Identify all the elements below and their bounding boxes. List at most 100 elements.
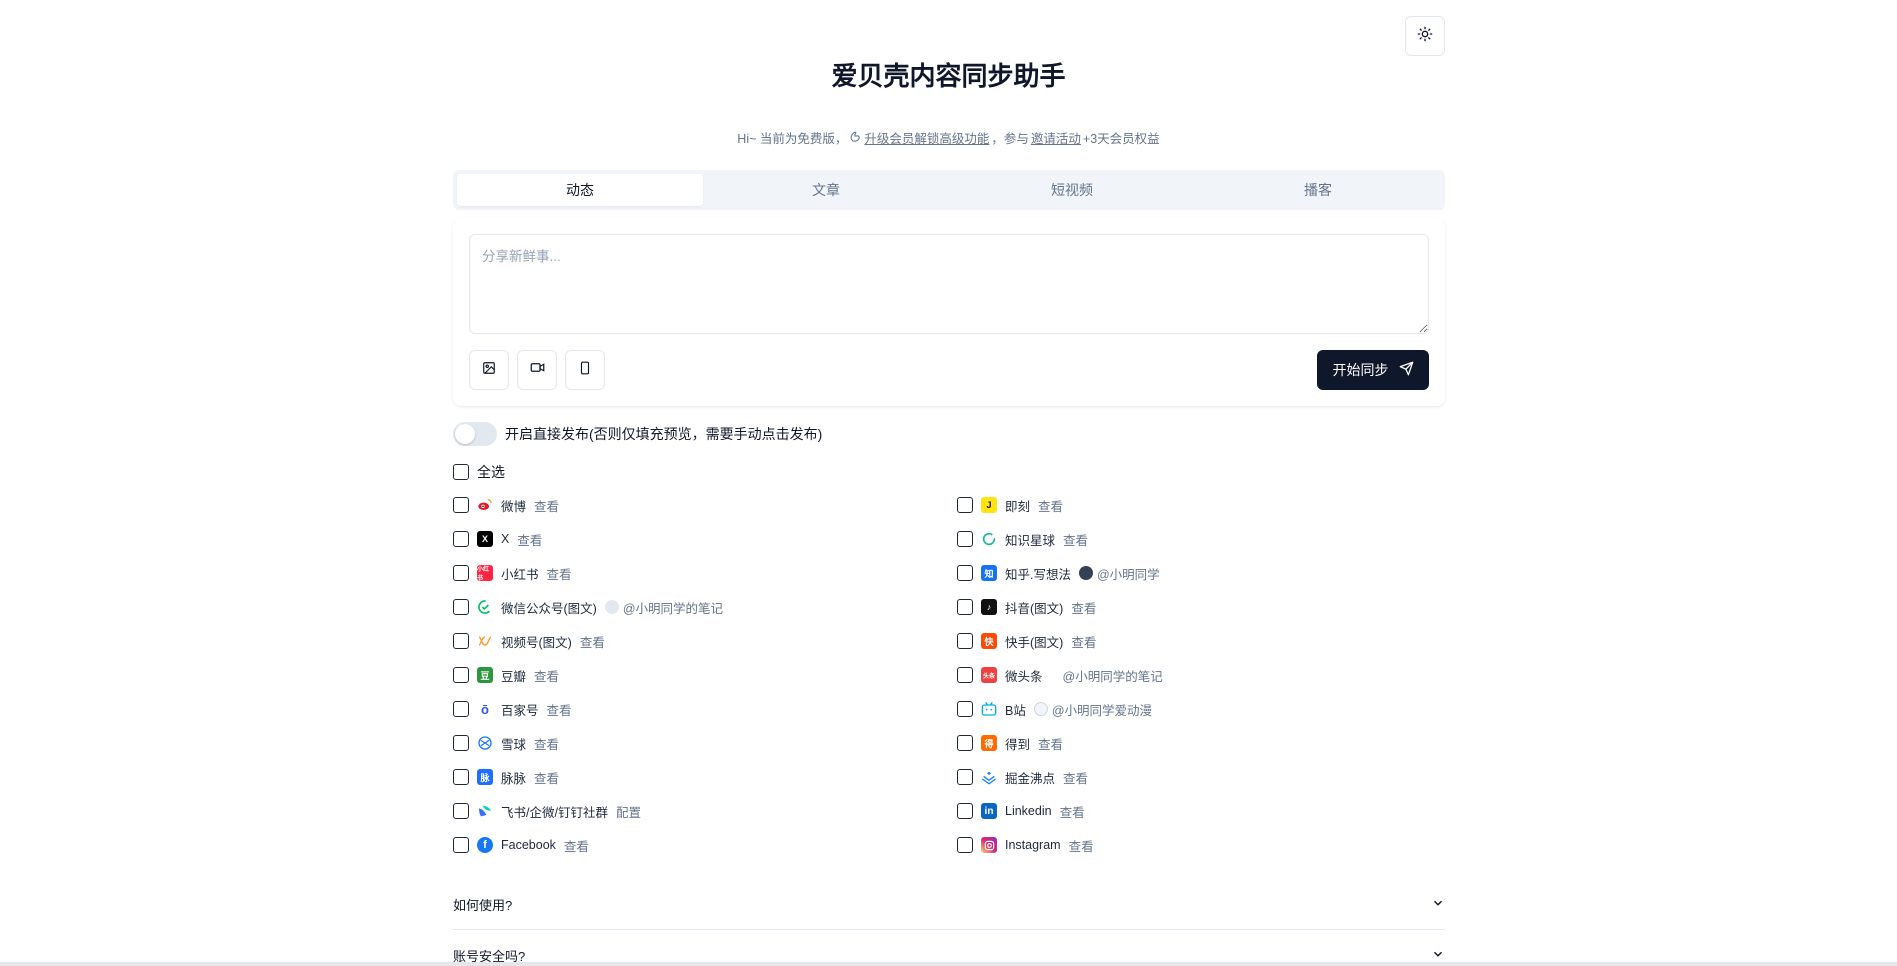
view-link[interactable]: 查看 bbox=[1071, 598, 1096, 617]
platform-checkbox[interactable] bbox=[957, 837, 973, 853]
platform-name: 知识星球 bbox=[1005, 533, 1056, 548]
account-info: @小明同学的笔记 bbox=[604, 598, 724, 617]
tab-article[interactable]: 文章 bbox=[703, 174, 949, 206]
sun-icon bbox=[1417, 26, 1433, 47]
select-all-row: 全选 bbox=[453, 462, 505, 482]
tab-short-video[interactable]: 短视频 bbox=[949, 174, 1195, 206]
view-link[interactable]: 查看 bbox=[534, 496, 559, 515]
view-link[interactable]: 查看 bbox=[1071, 632, 1096, 651]
add-file-button[interactable] bbox=[565, 350, 605, 390]
view-link[interactable]: 查看 bbox=[1063, 768, 1088, 787]
zhihu-icon: 知 bbox=[981, 565, 997, 581]
platform-zhihu: 知 知乎.写想法 @小明同学 bbox=[957, 556, 1445, 590]
wechat-icon bbox=[477, 599, 493, 615]
view-link[interactable]: 查看 bbox=[534, 734, 559, 753]
platform-checkbox[interactable] bbox=[453, 531, 469, 547]
select-all-checkbox[interactable] bbox=[453, 464, 469, 480]
view-link[interactable]: 查看 bbox=[580, 632, 605, 651]
view-link[interactable]: 查看 bbox=[547, 700, 572, 719]
platform-toutiao: 头条 微头条 @小明同学的笔记 bbox=[957, 658, 1445, 692]
platform-linkedin: in Linkedin 查看 bbox=[957, 794, 1445, 828]
view-link[interactable]: 查看 bbox=[1038, 496, 1063, 515]
view-link[interactable]: 查看 bbox=[534, 768, 559, 787]
feishu-icon bbox=[477, 803, 493, 819]
add-image-button[interactable] bbox=[469, 350, 509, 390]
platform-name: 快手(图文) bbox=[1005, 635, 1064, 650]
channels-icon bbox=[477, 633, 493, 649]
view-link[interactable]: 查看 bbox=[564, 836, 589, 855]
platform-checkbox[interactable] bbox=[453, 837, 469, 853]
platform-checkbox[interactable] bbox=[453, 633, 469, 649]
platform-name: 微头条 bbox=[1005, 669, 1043, 684]
select-all-label: 全选 bbox=[477, 464, 505, 480]
platform-bilibili: B站 @小明同学爱动漫 bbox=[957, 692, 1445, 726]
window-bottom-edge bbox=[0, 962, 1897, 966]
platform-checkbox[interactable] bbox=[957, 565, 973, 581]
platform-checkbox[interactable] bbox=[957, 497, 973, 513]
faq-how-to-use[interactable]: 如何使用? bbox=[453, 880, 1445, 930]
view-link[interactable]: 查看 bbox=[547, 564, 572, 583]
phone-icon bbox=[578, 361, 592, 380]
start-sync-button[interactable]: 开始同步 bbox=[1317, 350, 1429, 390]
upgrade-link[interactable]: 升级会员解锁高级功能 bbox=[864, 128, 989, 147]
platform-wechat: 微信公众号(图文) @小明同学的笔记 bbox=[453, 590, 957, 624]
platform-name: 抖音(图文) bbox=[1005, 601, 1064, 616]
view-link[interactable]: 查看 bbox=[1069, 836, 1094, 855]
platform-checkbox[interactable] bbox=[453, 701, 469, 717]
toutiao-icon: 头条 bbox=[981, 667, 997, 683]
platform-checkbox[interactable] bbox=[453, 497, 469, 513]
faq-account-security[interactable]: 账号安全吗? bbox=[453, 931, 1445, 966]
platform-checkbox[interactable] bbox=[957, 803, 973, 819]
view-link[interactable]: 查看 bbox=[534, 666, 559, 685]
platform-maimai: 脉 脉脉 查看 bbox=[453, 760, 957, 794]
switch-knob bbox=[455, 424, 475, 444]
platform-checkbox[interactable] bbox=[453, 769, 469, 785]
image-icon bbox=[482, 361, 496, 380]
config-link[interactable]: 配置 bbox=[616, 802, 641, 821]
platform-name: 即刻 bbox=[1005, 499, 1031, 514]
platform-checkbox[interactable] bbox=[453, 803, 469, 819]
view-link[interactable]: 查看 bbox=[517, 530, 542, 549]
platform-dedao: 得 得到 查看 bbox=[957, 726, 1445, 760]
platform-checkbox[interactable] bbox=[453, 667, 469, 683]
platform-checkbox[interactable] bbox=[957, 701, 973, 717]
zsxq-icon bbox=[981, 531, 997, 547]
platform-juejin: 掘金沸点 查看 bbox=[957, 760, 1445, 794]
platform-channels: 视频号(图文) 查看 bbox=[453, 624, 957, 658]
account-name: @小明同学的笔记 bbox=[622, 601, 724, 616]
platform-checkbox[interactable] bbox=[453, 599, 469, 615]
subtitle-mid: ，参与 bbox=[991, 132, 1029, 146]
platform-checkbox[interactable] bbox=[957, 633, 973, 649]
platform-checkbox[interactable] bbox=[957, 599, 973, 615]
post-content-input[interactable] bbox=[469, 234, 1429, 334]
douyin-icon: ♪ bbox=[981, 599, 997, 615]
flex-arm-icon bbox=[849, 130, 862, 146]
tab-podcast[interactable]: 播客 bbox=[1195, 174, 1441, 206]
platform-xiaohongshu: 小红书 小红书 查看 bbox=[453, 556, 957, 590]
platform-checkbox[interactable] bbox=[957, 667, 973, 683]
platform-name: 飞书/企微/钉钉社群 bbox=[501, 805, 608, 820]
invite-link[interactable]: 邀请活动 bbox=[1031, 128, 1081, 147]
direct-publish-switch[interactable] bbox=[453, 422, 497, 446]
platform-douyin: ♪ 抖音(图文) 查看 bbox=[957, 590, 1445, 624]
view-link[interactable]: 查看 bbox=[1060, 802, 1085, 821]
view-link[interactable]: 查看 bbox=[1038, 734, 1063, 753]
platform-checkbox[interactable] bbox=[957, 769, 973, 785]
platform-x: X X 查看 bbox=[453, 522, 957, 556]
platform-name: 视频号(图文) bbox=[501, 635, 572, 650]
view-link[interactable]: 查看 bbox=[1063, 530, 1088, 549]
xiaohongshu-icon: 小红书 bbox=[477, 565, 493, 582]
add-video-button[interactable] bbox=[517, 350, 557, 390]
platform-checkbox[interactable] bbox=[453, 735, 469, 751]
theme-toggle-button[interactable] bbox=[1405, 16, 1445, 56]
platform-baijiahao: ō 百家号 查看 bbox=[453, 692, 957, 726]
platform-instagram: Instagram 查看 bbox=[957, 828, 1445, 862]
baijiahao-icon: ō bbox=[481, 701, 489, 717]
platform-name: B站 bbox=[1005, 703, 1026, 718]
platform-checkbox[interactable] bbox=[957, 531, 973, 547]
tab-dynamic[interactable]: 动态 bbox=[457, 174, 703, 206]
direct-publish-row: 开启直接发布(否则仅填充预览，需要手动点击发布) bbox=[453, 422, 822, 446]
facebook-icon: f bbox=[477, 837, 493, 853]
platform-checkbox[interactable] bbox=[957, 735, 973, 751]
platform-checkbox[interactable] bbox=[453, 565, 469, 581]
